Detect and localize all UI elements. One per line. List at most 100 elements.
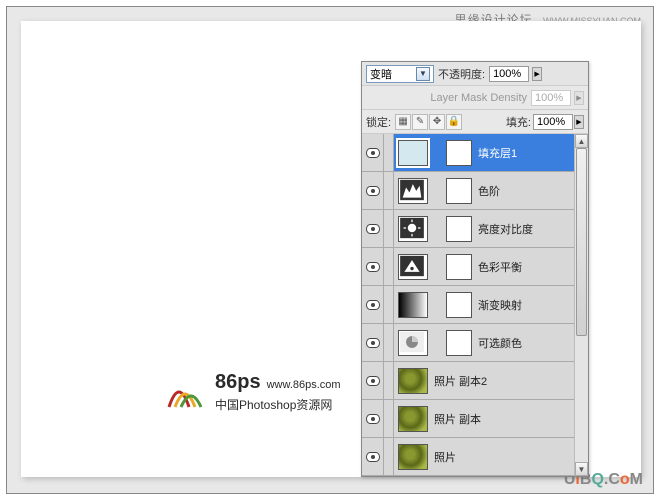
visibility-toggle[interactable] — [362, 134, 384, 171]
layer-name-label: 色阶 — [478, 183, 500, 199]
scroll-down-icon[interactable]: ▼ — [575, 462, 588, 476]
scroll-up-icon[interactable]: ▲ — [575, 134, 588, 148]
layer-name-label: 亮度对比度 — [478, 221, 533, 237]
adjustment-thumbnail[interactable] — [398, 216, 428, 242]
link-icon — [432, 216, 442, 242]
layer-mask-thumbnail[interactable] — [446, 216, 472, 242]
layer-spacer — [384, 286, 394, 323]
adjustment-thumbnail[interactable] — [398, 330, 428, 356]
layer-thumbs — [394, 292, 472, 318]
layer-spacer — [384, 172, 394, 209]
blend-mode-select[interactable]: 变暗 ▼ — [366, 65, 434, 83]
layer-row[interactable]: 亮度对比度 — [362, 210, 588, 248]
layers-panel: 变暗 ▼ 不透明度: 100% ▶ Layer Mask Density 100… — [361, 61, 589, 477]
lock-transparency-icon[interactable]: ▦ — [395, 114, 411, 130]
layer-row[interactable]: 色彩平衡 — [362, 248, 588, 286]
eye-icon — [366, 376, 380, 386]
layer-thumbs — [394, 330, 472, 356]
visibility-toggle[interactable] — [362, 248, 384, 285]
blend-opacity-row: 变暗 ▼ 不透明度: 100% ▶ — [362, 62, 588, 86]
layer-spacer — [384, 248, 394, 285]
eye-icon — [366, 224, 380, 234]
layer-thumbs — [394, 406, 428, 432]
eye-icon — [366, 262, 380, 272]
adjustment-thumbnail[interactable] — [398, 140, 428, 166]
lock-fill-row: 锁定: ▦ ✎ ✥ 🔒 填充: 100% ▶ — [362, 110, 588, 134]
layer-thumbnail[interactable] — [398, 444, 428, 470]
layer-mask-thumbnail[interactable] — [446, 330, 472, 356]
opacity-input[interactable]: 100% — [489, 66, 529, 82]
layer-row[interactable]: 填充层1 — [362, 134, 588, 172]
layer-row[interactable]: 可选颜色 — [362, 324, 588, 362]
layer-spacer — [384, 362, 394, 399]
logo-swoosh-icon — [161, 369, 207, 415]
eye-icon — [366, 148, 380, 158]
layer-name-label: 渐变映射 — [478, 297, 522, 313]
eye-icon — [366, 452, 380, 462]
logo-url: www.86ps.com — [267, 379, 341, 391]
adjustment-thumbnail[interactable] — [398, 178, 428, 204]
eye-icon — [366, 414, 380, 424]
logo-cn-text: 中国Photoshop资源网 — [215, 396, 341, 413]
layer-name-label: 照片 副本 — [434, 411, 481, 427]
lock-all-icon[interactable]: 🔒 — [446, 114, 462, 130]
mask-density-flyout-icon: ▶ — [574, 91, 584, 105]
layer-row[interactable]: 色阶 — [362, 172, 588, 210]
chevron-down-icon: ▼ — [416, 67, 430, 81]
layer-thumbnail[interactable] — [398, 368, 428, 394]
visibility-toggle[interactable] — [362, 362, 384, 399]
mask-density-input: 100% — [531, 90, 571, 106]
layer-mask-thumbnail[interactable] — [446, 140, 472, 166]
visibility-toggle[interactable] — [362, 210, 384, 247]
logo-brand: 86ps — [215, 371, 261, 394]
layer-thumbs — [394, 178, 472, 204]
scrollbar-thumb[interactable] — [576, 148, 587, 336]
layers-list: 填充层1 色阶亮度对比度色彩平衡渐变映射可选颜色照片 副本2 照片 副本照片 — [362, 134, 588, 476]
adjustment-thumbnail[interactable] — [398, 254, 428, 280]
link-icon — [432, 330, 442, 356]
layer-name-label: 照片 副本2 — [434, 373, 487, 389]
layer-row[interactable]: 照片 副本2 — [362, 362, 588, 400]
fill-label: 填充: — [506, 114, 531, 130]
layer-thumbnail[interactable] — [398, 406, 428, 432]
fill-input[interactable]: 100% — [533, 114, 573, 130]
layer-spacer — [384, 324, 394, 361]
watermark-logo: 86ps www.86ps.com 中国Photoshop资源网 — [161, 369, 341, 415]
mask-density-row: Layer Mask Density 100% ▶ — [362, 86, 588, 110]
lock-label: 锁定: — [366, 114, 391, 130]
layer-spacer — [384, 400, 394, 437]
layers-scrollbar[interactable]: ▲ ▼ — [574, 134, 588, 476]
layer-row[interactable]: 照片 — [362, 438, 588, 476]
layer-row[interactable]: 渐变映射 — [362, 286, 588, 324]
adjustment-thumbnail[interactable] — [398, 292, 428, 318]
layer-thumbs — [394, 216, 472, 242]
layer-spacer — [384, 134, 394, 171]
layer-mask-thumbnail[interactable] — [446, 292, 472, 318]
link-icon — [432, 254, 442, 280]
eye-icon — [366, 186, 380, 196]
eye-icon — [366, 300, 380, 310]
app-canvas: 思缘设计论坛 WWW.MISSYUAN.COM — [6, 6, 654, 494]
mask-density-label: Layer Mask Density — [430, 92, 527, 104]
visibility-toggle[interactable] — [362, 324, 384, 361]
layer-spacer — [384, 438, 394, 475]
lock-pixels-icon[interactable]: ✎ — [412, 114, 428, 130]
visibility-toggle[interactable] — [362, 286, 384, 323]
blend-mode-value: 变暗 — [370, 66, 392, 82]
lock-position-icon[interactable]: ✥ — [429, 114, 445, 130]
opacity-flyout-icon[interactable]: ▶ — [532, 67, 542, 81]
link-icon — [432, 140, 442, 166]
layer-spacer — [384, 210, 394, 247]
layer-thumbs — [394, 368, 428, 394]
fill-flyout-icon[interactable]: ▶ — [574, 115, 584, 129]
eye-icon — [366, 338, 380, 348]
layer-mask-thumbnail[interactable] — [446, 254, 472, 280]
layer-thumbs — [394, 254, 472, 280]
visibility-toggle[interactable] — [362, 400, 384, 437]
layer-mask-thumbnail[interactable] — [446, 178, 472, 204]
opacity-label: 不透明度: — [438, 66, 485, 82]
layer-name-label: 填充层1 — [478, 145, 517, 161]
visibility-toggle[interactable] — [362, 172, 384, 209]
layer-row[interactable]: 照片 副本 — [362, 400, 588, 438]
visibility-toggle[interactable] — [362, 438, 384, 475]
